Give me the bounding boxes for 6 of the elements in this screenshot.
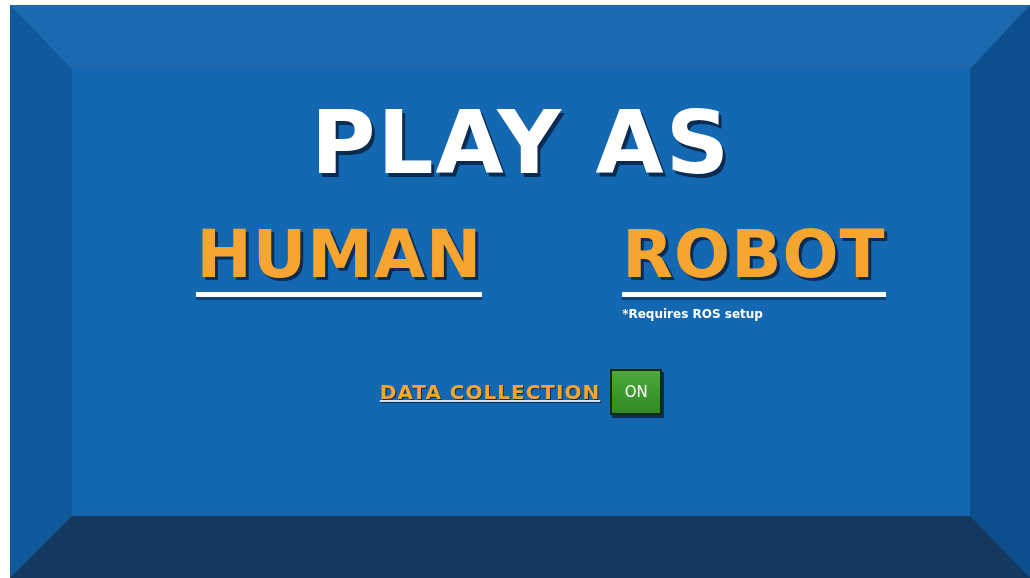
mode-option[interactable]: ROBOT <box>622 222 886 297</box>
toggle-button[interactable]: ON <box>610 369 663 415</box>
mode-option[interactable]: HUMAN <box>196 222 483 297</box>
data-collection-link[interactable]: DATA COLLECTION <box>379 380 601 404</box>
option-note: *Requires ROS setup <box>622 307 763 321</box>
screen-title: PLAY AS <box>310 91 732 194</box>
